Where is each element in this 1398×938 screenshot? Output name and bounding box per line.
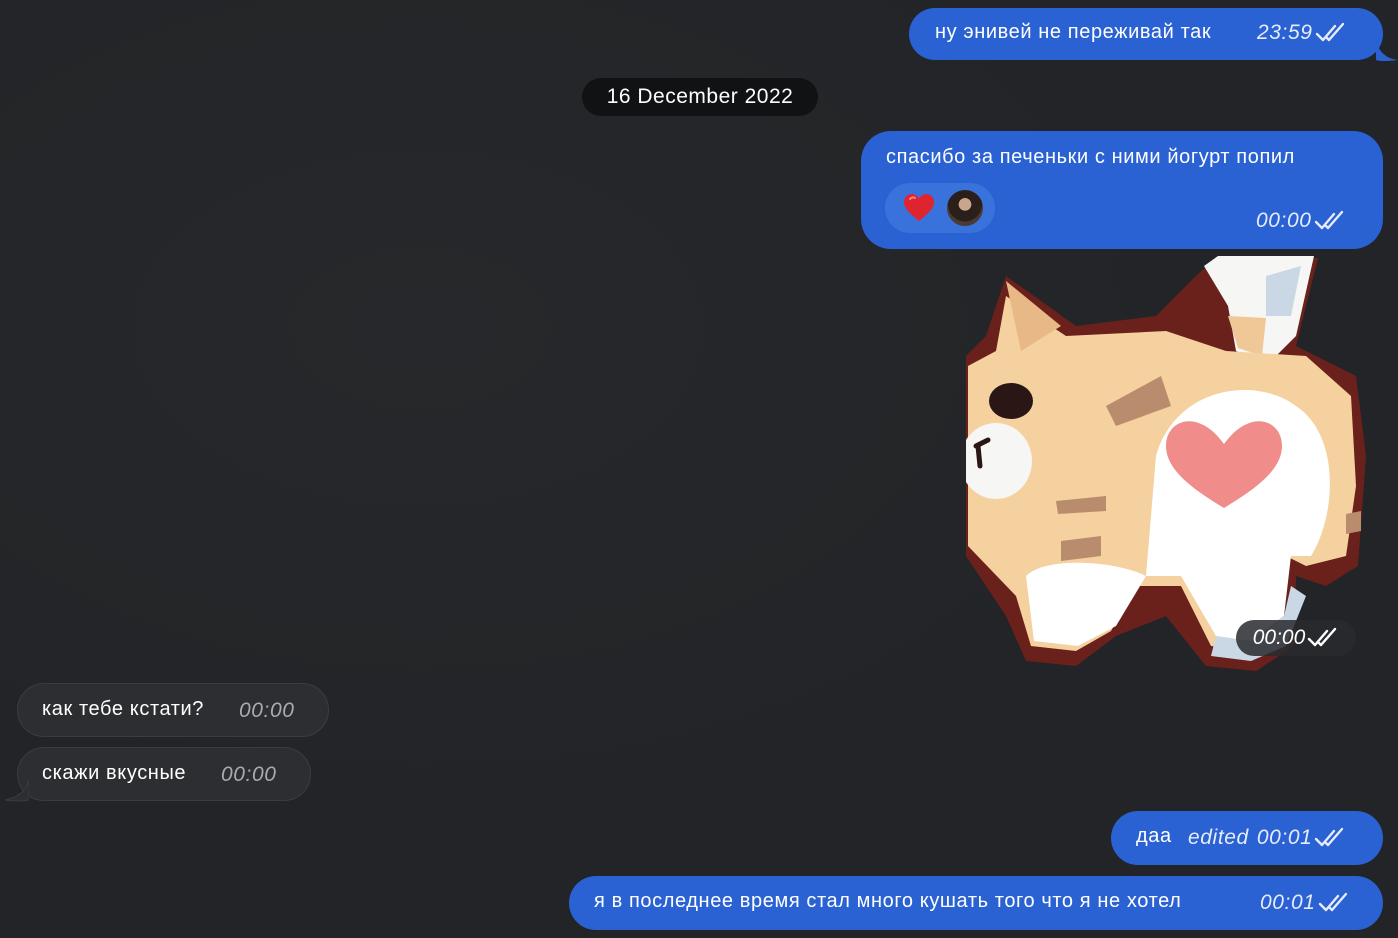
message-bubble-outgoing[interactable]: даа edited 00:01 xyxy=(1111,811,1383,865)
message-text: спасибо за печеньки с ними йогурт попил xyxy=(886,146,1295,168)
message-meta: 00:01 xyxy=(1260,891,1350,915)
message-time: 00:00 xyxy=(1256,209,1312,232)
date-separator: 16 December 2022 xyxy=(582,78,818,116)
double-check-icon xyxy=(1315,827,1344,847)
message-text: как тебе кстати? xyxy=(42,698,205,720)
bubble-tail xyxy=(5,780,29,802)
double-check-icon xyxy=(1308,627,1337,647)
message-meta: edited 00:01 xyxy=(1188,826,1346,850)
edited-label: edited xyxy=(1188,826,1249,849)
message-time: 00:01 xyxy=(1260,891,1316,914)
double-check-icon xyxy=(1315,22,1344,42)
sticker-time-badge: 00:00 xyxy=(1236,620,1356,656)
message-time: 00:00 xyxy=(221,763,277,786)
bubble-tail xyxy=(1376,40,1398,61)
message-time: 00:00 xyxy=(1252,626,1306,649)
message-time: 00:01 xyxy=(1256,826,1313,849)
message-time: 23:59 xyxy=(1257,21,1313,44)
reaction-chip[interactable] xyxy=(885,183,995,233)
double-check-icon xyxy=(1318,892,1347,912)
message-bubble-incoming[interactable]: как тебе кстати? 00:00 xyxy=(17,683,329,737)
message-bubble-outgoing[interactable]: спасибо за печеньки с ними йогурт попил … xyxy=(861,131,1383,249)
message-meta: 23:59 xyxy=(1257,21,1347,45)
message-text: скажи вкусные xyxy=(42,762,187,784)
message-bubble-outgoing[interactable]: я в последнее время стал много кушать то… xyxy=(569,876,1383,930)
double-check-icon xyxy=(1314,210,1343,230)
message-bubble-outgoing[interactable]: ну энивей не переживай так 23:59 xyxy=(909,8,1383,60)
avatar[interactable] xyxy=(945,188,985,228)
chat-area[interactable]: ну энивей не переживай так 23:59 16 Dece… xyxy=(0,0,1398,938)
message-text: даа xyxy=(1136,825,1172,847)
heart-icon xyxy=(904,194,934,221)
message-text: я в последнее время стал много кушать то… xyxy=(594,890,1182,912)
cat-heart-sticker[interactable] xyxy=(966,256,1366,676)
message-time: 00:00 xyxy=(239,699,295,722)
message-text: ну энивей не переживай так xyxy=(935,21,1212,43)
message-meta: 00:00 xyxy=(1256,209,1346,233)
message-bubble-incoming[interactable]: скажи вкусные 00:00 xyxy=(17,747,311,801)
